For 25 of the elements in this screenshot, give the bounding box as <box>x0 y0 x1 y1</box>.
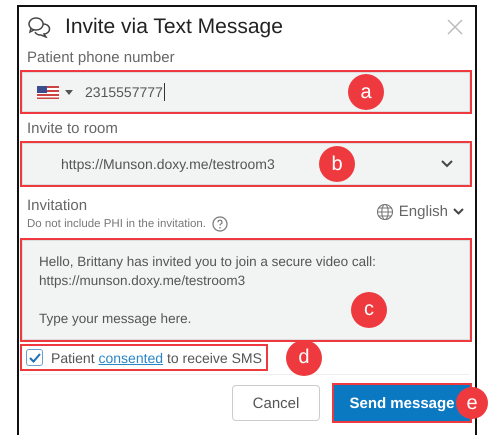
callout-badge: a <box>348 74 384 110</box>
flag-icon <box>37 86 59 98</box>
field-label: Invite to room <box>27 120 119 137</box>
dialog-title: Invite via Text Message <box>65 15 284 39</box>
field-label: Patient phone number <box>27 49 176 66</box>
consent-link[interactable]: consented <box>98 350 164 366</box>
chevron-down-icon <box>441 160 453 168</box>
callout-badge: c <box>351 292 387 328</box>
phone-input-field[interactable]: 2315557777 a <box>22 72 470 112</box>
room-select[interactable]: https://Munson.doxy.me/testroom3 b <box>22 143 470 185</box>
help-icon <box>212 216 228 232</box>
chevron-down-icon <box>453 208 464 215</box>
callout-badge: b <box>319 146 355 182</box>
consent-checkbox[interactable] <box>26 349 43 366</box>
consent-label: Patient consented to receive SMS <box>51 350 262 366</box>
message-textarea[interactable]: Hello, Brittany has invited you to join a secure video call: https://munson.doxy.me/testroom3 Type your message here. c <box>22 240 470 340</box>
language-dropdown[interactable]: English <box>376 202 464 220</box>
caret-icon <box>65 90 73 94</box>
cancel-button[interactable]: Cancel <box>232 385 320 421</box>
callout-badge: d <box>286 340 322 376</box>
callout-badge: e <box>456 387 488 419</box>
field-label: Invitation <box>27 197 88 214</box>
globe-icon <box>376 202 394 220</box>
chat-bubbles-icon <box>27 16 51 38</box>
hint-text: Do not include PHI in the invitation. <box>27 218 206 230</box>
